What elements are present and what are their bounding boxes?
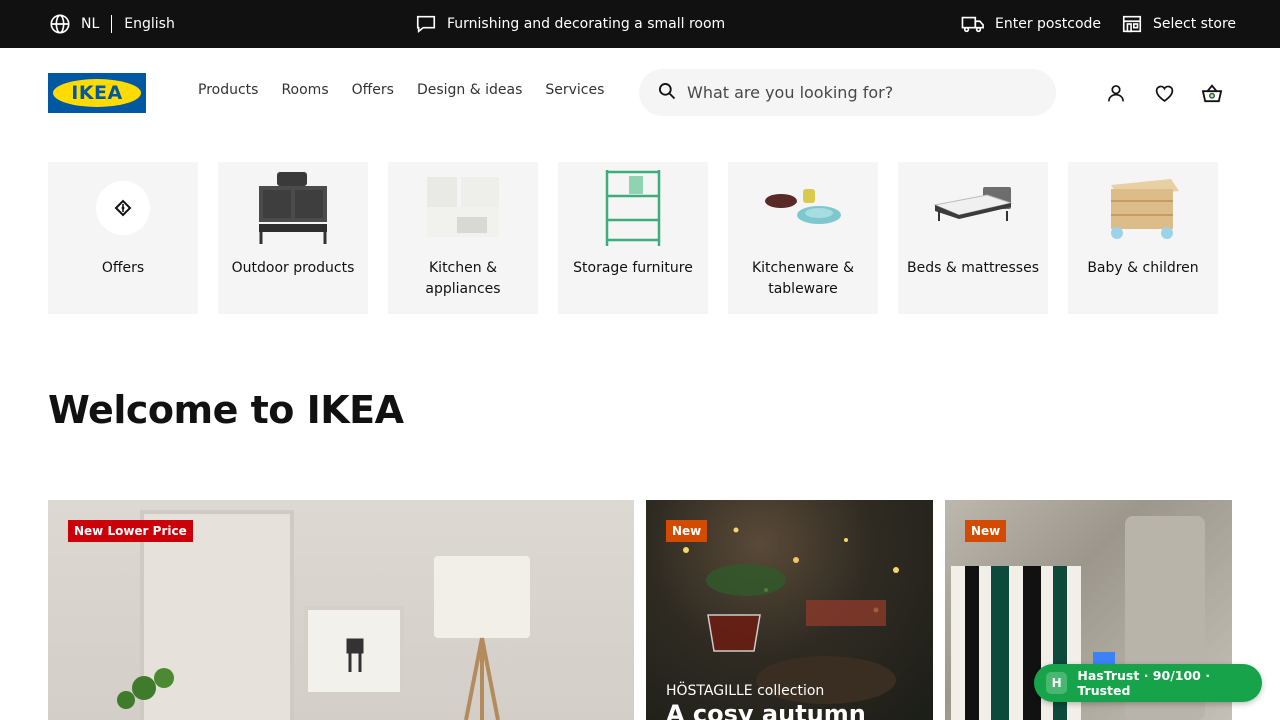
- language-divider: [111, 15, 113, 33]
- heart-icon[interactable]: [1153, 82, 1175, 104]
- trust-badge[interactable]: H HasTrust · 90/100 · Trusted: [1034, 664, 1262, 702]
- speech-bubble-icon: [415, 13, 437, 35]
- category-outdoor-products[interactable]: Outdoor products: [218, 162, 368, 314]
- trust-badge-icon: H: [1046, 672, 1068, 694]
- category-kitchenware-tableware[interactable]: Kitchenware & tableware: [728, 162, 878, 314]
- category-image: [48, 162, 198, 258]
- category-image: [388, 162, 538, 258]
- account-icon[interactable]: [1105, 82, 1127, 104]
- nav-design-ideas[interactable]: Design & ideas: [417, 82, 522, 98]
- promo-link[interactable]: Furnishing and decorating a small room: [415, 0, 725, 48]
- search-icon[interactable]: [657, 81, 677, 105]
- shopping-bag-icon[interactable]: [1201, 82, 1223, 104]
- category-row: Offers Outdoor products Kitchen & applia…: [48, 162, 1218, 314]
- top-bar: NL English Furnishing and decorating a s…: [0, 0, 1280, 48]
- category-image: [1068, 162, 1218, 258]
- language-code: NL: [81, 16, 100, 32]
- new-badge: New: [666, 520, 708, 542]
- globe-icon: [49, 13, 71, 35]
- category-image: [218, 162, 368, 258]
- logo-text: IKEA: [71, 82, 123, 104]
- toy-box-icon: [1103, 173, 1183, 247]
- new-badge: New: [965, 520, 1007, 542]
- bowls-icon: [763, 183, 843, 237]
- outdoor-kitchen-icon: [253, 168, 333, 252]
- category-label: Outdoor products: [231, 260, 355, 276]
- language-name: English: [124, 16, 175, 32]
- category-offers[interactable]: Offers: [48, 162, 198, 314]
- trust-badge-text: HasTrust · 90/100 · Trusted: [1077, 668, 1210, 698]
- card-title: A cosy autumn: [666, 700, 866, 720]
- category-label: Kitchenware & tableware: [751, 260, 855, 297]
- select-store-button[interactable]: Select store: [1121, 0, 1236, 48]
- search-input[interactable]: [687, 83, 1027, 102]
- delivery-truck-icon: [961, 13, 985, 35]
- nav-offers[interactable]: Offers: [352, 82, 394, 98]
- postcode-label: Enter postcode: [995, 16, 1102, 32]
- kitchen-cabinet-icon: [423, 173, 503, 247]
- category-kitchen-appliances[interactable]: Kitchen & appliances: [388, 162, 538, 314]
- promo-text: Furnishing and decorating a small room: [447, 16, 726, 32]
- page-title: Welcome to IKEA: [48, 388, 404, 432]
- main-nav: Products Rooms Offers Design & ideas Ser…: [198, 82, 604, 98]
- store-icon: [1121, 13, 1143, 35]
- nav-rooms[interactable]: Rooms: [281, 82, 328, 98]
- category-image: [728, 162, 878, 258]
- hero-card-hostagille[interactable]: New HÖSTAGILLE collection A cosy autumn: [646, 500, 933, 720]
- category-label: Beds & mattresses: [907, 260, 1039, 276]
- language-selector[interactable]: NL English: [49, 0, 175, 48]
- category-label: Baby & children: [1087, 260, 1199, 276]
- bed-icon: [933, 183, 1013, 237]
- category-beds-mattresses[interactable]: Beds & mattresses: [898, 162, 1048, 314]
- category-storage-furniture[interactable]: Storage furniture: [558, 162, 708, 314]
- category-image: [558, 162, 708, 258]
- postcode-button[interactable]: Enter postcode: [961, 0, 1101, 48]
- collection-name: HÖSTAGILLE collection: [666, 683, 825, 699]
- ikea-logo[interactable]: IKEA: [48, 73, 146, 113]
- category-label: Kitchen & appliances: [425, 260, 501, 297]
- search-bar[interactable]: [639, 69, 1056, 116]
- category-image: [898, 162, 1048, 258]
- category-baby-children[interactable]: Baby & children: [1068, 162, 1218, 314]
- hero-card-lower-price[interactable]: New Lower Price: [48, 500, 634, 720]
- new-lower-price-badge: New Lower Price: [68, 520, 193, 542]
- category-label: Storage furniture: [573, 260, 693, 276]
- offer-tag-icon: [95, 180, 151, 240]
- main-header: IKEA Products Rooms Offers Design & idea…: [0, 48, 1280, 138]
- nav-services[interactable]: Services: [545, 82, 604, 98]
- category-label: Offers: [101, 260, 145, 276]
- nav-products[interactable]: Products: [198, 82, 258, 98]
- store-label: Select store: [1153, 16, 1237, 32]
- logo-oval: IKEA: [53, 79, 141, 107]
- shelf-unit-icon: [603, 168, 663, 252]
